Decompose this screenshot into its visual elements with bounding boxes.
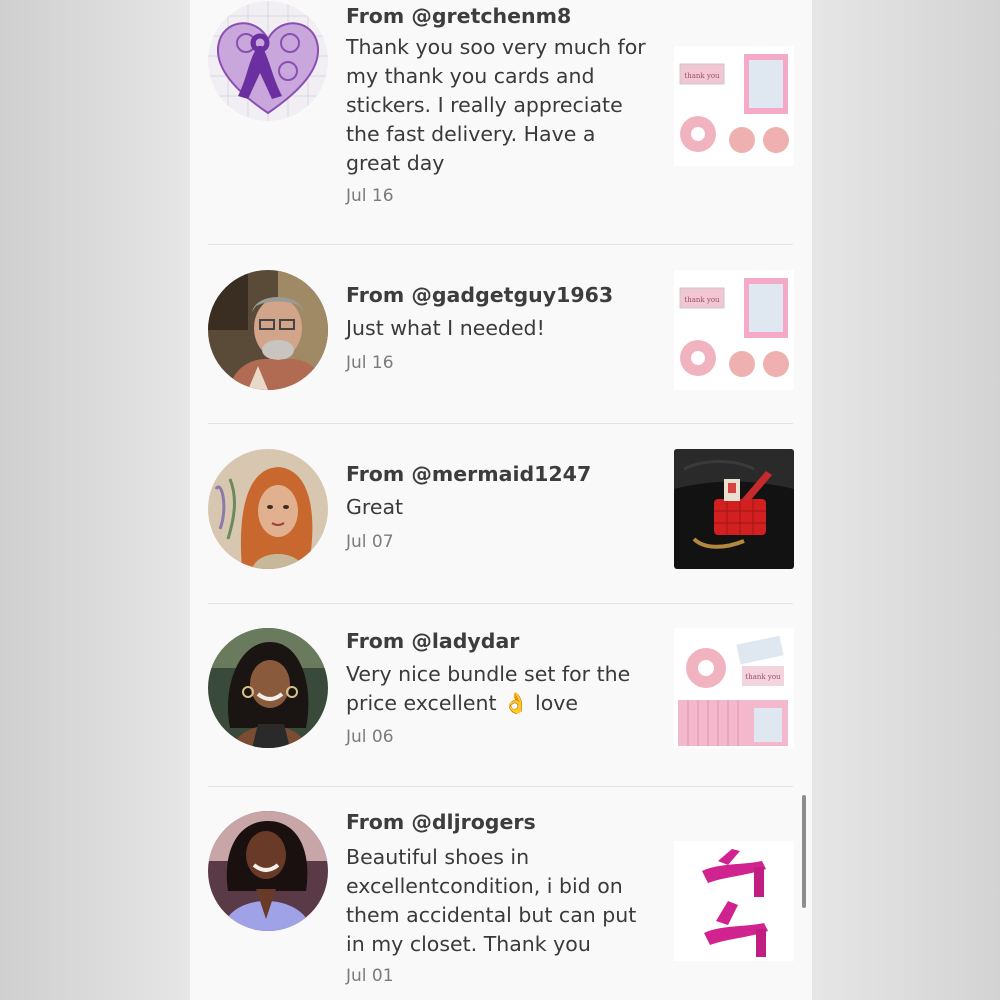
review-item: From @gretchenm8 Thank you soo very much… <box>190 0 812 245</box>
review-text: Beautiful shoes in excellentcondition, i… <box>346 845 637 956</box>
reviewer-username[interactable]: From @gretchenm8 <box>346 4 571 28</box>
thank-you-stationery-set[interactable]: thank you <box>674 46 794 166</box>
woman-red-hair-avatar[interactable] <box>208 449 328 569</box>
review-item: From @gadgetguy1963 Just what I needed! … <box>190 245 812 424</box>
review-item: From @ladydar Very nice bundle set for t… <box>190 603 812 787</box>
review-text: Very nice bundle set for the price excel… <box>346 662 631 715</box>
review-date: Jul 07 <box>346 532 394 552</box>
review-text: Thank you soo very much for my thank you… <box>346 35 646 175</box>
svg-text:thank you: thank you <box>684 72 720 80</box>
review-date: Jul 06 <box>346 727 394 747</box>
review-item: From @dljrogers Beautiful shoes in excel… <box>190 787 812 1000</box>
purple-heart-ribbon-avatar[interactable] <box>208 1 328 121</box>
reviewer-username[interactable]: From @gadgetguy1963 <box>346 283 613 307</box>
left-background <box>0 0 190 1000</box>
thank-you-stationery-set[interactable]: thank you <box>674 270 794 390</box>
review-date: Jul 16 <box>346 186 394 206</box>
pink-heels-photo[interactable] <box>674 841 794 961</box>
scrollbar[interactable] <box>802 795 806 908</box>
woman-smiling-avatar[interactable] <box>208 628 328 748</box>
man-with-glasses-avatar[interactable] <box>208 270 328 390</box>
red-handbag-photo[interactable] <box>674 449 794 569</box>
svg-text:thank you: thank you <box>684 296 720 304</box>
right-background <box>812 0 1000 1000</box>
reviewer-username[interactable]: From @dljrogers <box>346 810 536 834</box>
sticker-bundle-set[interactable]: thank you <box>674 628 794 748</box>
woman-purple-top-avatar[interactable] <box>208 811 328 931</box>
reviews-panel: From @gretchenm8 Thank you soo very much… <box>190 0 812 1000</box>
review-date: Jul 01 <box>346 966 394 986</box>
svg-text:thank you: thank you <box>745 673 781 681</box>
reviewer-username[interactable]: From @mermaid1247 <box>346 462 591 486</box>
review-text: Great <box>346 495 404 519</box>
review-item: From @mermaid1247 Great Jul 07 <box>190 424 812 604</box>
review-date: Jul 16 <box>346 353 394 373</box>
reviewer-username[interactable]: From @ladydar <box>346 629 519 653</box>
review-text: Just what I needed! <box>346 316 545 340</box>
